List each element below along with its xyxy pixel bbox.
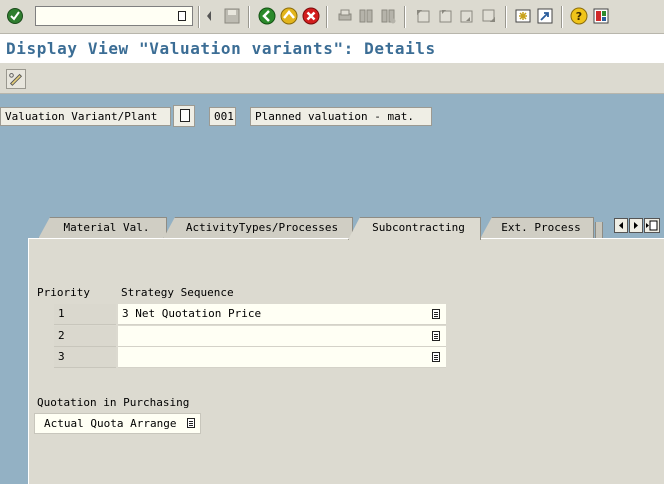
first-page-icon[interactable] [414, 7, 432, 25]
separator [404, 6, 406, 28]
tab-material-val[interactable]: Material Val. [38, 217, 167, 239]
arrow-right-icon [634, 222, 638, 229]
exit-icon[interactable] [280, 7, 298, 25]
collapse-arrow-icon[interactable] [204, 7, 214, 25]
application-toolbar [0, 63, 664, 94]
tab-scroll-right-button[interactable] [629, 218, 643, 233]
arrow-left-icon [619, 222, 623, 229]
valuation-variant-code: 001 [209, 107, 236, 126]
last-page-icon[interactable] [480, 7, 498, 25]
separator [561, 6, 563, 28]
quotation-value: Actual Quota Arrange [44, 417, 177, 430]
dropdown-icon[interactable] [187, 418, 195, 428]
command-field[interactable] [35, 6, 193, 26]
separator [505, 6, 507, 28]
tab-label: ActivityTypes/Processes [185, 221, 339, 234]
tab-overflow-stack [595, 222, 603, 239]
back-icon[interactable] [258, 7, 276, 25]
value-help-icon[interactable] [432, 309, 440, 319]
separator [198, 6, 200, 28]
priority-2: 2 [54, 326, 116, 347]
shortcut-icon[interactable] [536, 7, 554, 25]
customize-layout-icon[interactable] [592, 7, 610, 25]
tab-ext-process[interactable]: Ext. Process [480, 217, 594, 239]
tab-subcontracting[interactable]: Subcontracting [348, 217, 481, 240]
command-history-icon[interactable] [178, 11, 186, 21]
separator [326, 6, 328, 28]
tab-scroll-left-button[interactable] [614, 218, 628, 233]
quotation-in-purchasing-label: Quotation in Purchasing [37, 396, 190, 409]
find-icon[interactable] [357, 7, 375, 25]
next-page-icon[interactable] [458, 7, 476, 25]
strategy-field-1[interactable]: 3 Net Quotation Price [118, 304, 446, 325]
value-help-icon[interactable] [432, 352, 440, 362]
tab-activity-types-processes[interactable]: ActivityTypes/Processes [163, 217, 353, 239]
priority-header: Priority [37, 286, 90, 299]
strategy-field-3[interactable] [118, 347, 446, 368]
previous-page-icon[interactable] [436, 7, 454, 25]
value-help-icon[interactable] [432, 331, 440, 341]
svg-text:?: ? [576, 10, 582, 23]
valuation-variant-description: Planned valuation - mat. [250, 107, 432, 126]
display-change-glasses-icon[interactable] [6, 69, 26, 89]
tab-list-icon [646, 220, 658, 231]
priority-3: 3 [54, 347, 116, 368]
page-title: Display View "Valuation variants": Detai… [6, 39, 436, 58]
valuation-variant-plant-label: Valuation Variant/Plant [0, 107, 171, 126]
print-icon[interactable] [336, 7, 354, 25]
create-session-icon[interactable] [514, 7, 532, 25]
find-next-icon[interactable] [379, 7, 397, 25]
save-icon[interactable] [223, 7, 241, 25]
priority-1: 1 [54, 304, 116, 325]
strategy-field-2[interactable] [118, 326, 446, 347]
enter-checkmark-icon[interactable] [6, 7, 24, 25]
quotation-in-purchasing-dropdown[interactable]: Actual Quota Arrange [34, 413, 201, 434]
tab-label: Subcontracting [372, 221, 465, 234]
document-icon[interactable] [173, 105, 195, 127]
help-icon[interactable]: ? [570, 7, 588, 25]
strategy-value: 3 Net Quotation Price [122, 307, 262, 320]
tab-list-button[interactable] [644, 218, 660, 233]
tab-label: Material Val. [63, 221, 150, 234]
system-toolbar: ? [0, 0, 664, 34]
separator [248, 6, 250, 28]
strategy-sequence-header: Strategy Sequence [121, 286, 234, 299]
tab-label: Ext. Process [501, 221, 581, 234]
cancel-icon[interactable] [302, 7, 320, 25]
title-bar: Display View "Valuation variants": Detai… [0, 34, 664, 63]
